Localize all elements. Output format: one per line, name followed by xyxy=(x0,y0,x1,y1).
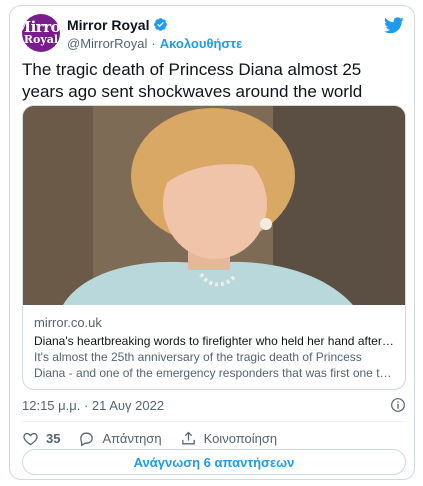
preview-image[interactable] xyxy=(23,106,405,305)
like-button[interactable]: 35 xyxy=(22,430,60,447)
portrait-placeholder xyxy=(23,106,405,305)
separator: · xyxy=(151,36,156,51)
timestamp-row: 12:15 μ.μ. · 21 Αυγ 2022 xyxy=(22,396,406,414)
info-icon[interactable] xyxy=(390,397,406,413)
tweet-text: The tragic death of Princess Diana almos… xyxy=(22,60,363,101)
share-icon xyxy=(181,431,195,444)
link-description: It's almost the 25th anniversary of the … xyxy=(34,350,393,380)
link-meta: mirror.co.uk Diana's heartbreaking words… xyxy=(23,305,405,381)
avatar[interactable]: Mirror Royal xyxy=(22,14,60,52)
display-name[interactable]: Mirror Royal xyxy=(67,17,149,33)
link-preview-card[interactable]: mirror.co.uk Diana's heartbreaking words… xyxy=(22,105,406,390)
timestamp[interactable]: 12:15 μ.μ. · 21 Αυγ 2022 xyxy=(22,398,164,413)
link-title: Diana's heartbreaking words to firefight… xyxy=(34,334,394,348)
link-domain: mirror.co.uk xyxy=(34,315,102,330)
follow-link[interactable]: Ακολουθήστε xyxy=(160,36,243,51)
author-block: Mirror Royal @MirrorRoyal · Ακολουθήστε xyxy=(67,16,242,52)
avatar-logo-line2: Royal xyxy=(23,32,59,46)
share-label: Κοινοποίηση xyxy=(203,430,278,446)
read-replies-button[interactable]: Ανάγνωση 6 απαντήσεων xyxy=(22,449,406,475)
heart-icon xyxy=(23,432,38,445)
action-bar: 35 Απάντηση Κοινοποίηση xyxy=(22,427,295,449)
handle[interactable]: @MirrorRoyal xyxy=(67,36,147,51)
twitter-bird-icon[interactable] xyxy=(384,15,404,35)
divider xyxy=(22,421,406,422)
reply-button[interactable]: Απάντηση xyxy=(78,430,162,447)
handle-row: @MirrorRoyal · Ακολουθήστε xyxy=(67,36,242,51)
tweet-card: Mirror Royal Mirror Royal @MirrorRoyal ·… xyxy=(9,5,415,480)
reply-bubble-icon xyxy=(80,432,94,446)
verified-badge-icon xyxy=(154,18,168,31)
name-row: Mirror Royal xyxy=(67,16,242,33)
like-count: 35 xyxy=(46,430,61,446)
reply-label: Απάντηση xyxy=(102,430,162,446)
share-button[interactable]: Κοινοποίηση xyxy=(180,430,278,447)
